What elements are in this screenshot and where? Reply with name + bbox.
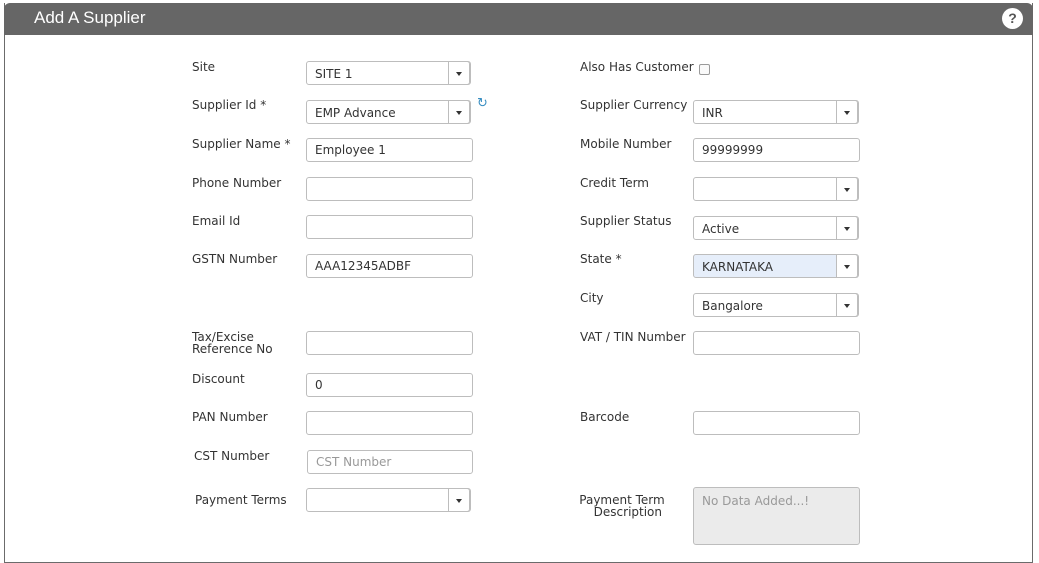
state-select[interactable]: KARNATAKA bbox=[693, 254, 859, 278]
chevron-down-icon[interactable] bbox=[448, 61, 470, 85]
also-has-customer-checkbox[interactable] bbox=[699, 64, 710, 75]
mobile-number-label: Mobile Number bbox=[580, 137, 672, 151]
supplier-status-select[interactable]: Active bbox=[693, 216, 859, 240]
discount-label: Discount bbox=[192, 372, 245, 386]
payment-terms-label: Payment Terms bbox=[195, 493, 287, 507]
payment-term-description-textarea[interactable]: No Data Added...! bbox=[693, 487, 860, 545]
discount-input[interactable]: 0 bbox=[306, 373, 473, 397]
cst-number-label: CST Number bbox=[194, 449, 270, 463]
phone-number-input[interactable] bbox=[306, 177, 473, 201]
supplier-status-value: Active bbox=[702, 222, 740, 236]
city-label: City bbox=[580, 291, 604, 305]
city-value: Bangalore bbox=[702, 299, 763, 313]
supplier-currency-value: INR bbox=[702, 106, 723, 120]
panel-header: Add A Supplier ? bbox=[4, 3, 1033, 35]
state-value: KARNATAKA bbox=[702, 260, 773, 274]
barcode-label: Barcode bbox=[580, 410, 630, 424]
chevron-down-icon[interactable] bbox=[836, 293, 858, 317]
barcode-input[interactable] bbox=[693, 411, 860, 435]
supplier-id-select[interactable]: EMP Advance bbox=[306, 100, 471, 124]
chevron-down-icon[interactable] bbox=[836, 177, 858, 201]
chevron-down-icon[interactable] bbox=[836, 100, 858, 124]
form-panel bbox=[4, 3, 1033, 563]
site-label: Site bbox=[192, 60, 216, 74]
credit-term-label: Credit Term bbox=[580, 176, 649, 190]
city-select[interactable]: Bangalore bbox=[693, 293, 859, 317]
also-has-customer-label: Also Has Customer bbox=[580, 60, 694, 74]
pan-number-input[interactable] bbox=[306, 411, 473, 435]
phone-number-label: Phone Number bbox=[192, 176, 282, 190]
supplier-name-input[interactable]: Employee 1 bbox=[306, 138, 473, 162]
payment-term-desc-label-line2: Description bbox=[593, 505, 662, 519]
chevron-down-icon[interactable] bbox=[836, 254, 858, 278]
supplier-currency-select[interactable]: INR bbox=[693, 100, 859, 124]
payment-terms-select[interactable] bbox=[306, 488, 471, 512]
supplier-id-label: Supplier Id * bbox=[192, 98, 267, 112]
state-label: State * bbox=[580, 252, 622, 266]
site-value: SITE 1 bbox=[315, 67, 353, 81]
vat-tin-label: VAT / TIN Number bbox=[580, 330, 686, 344]
cst-number-input[interactable]: CST Number bbox=[307, 450, 473, 474]
chevron-down-icon[interactable] bbox=[448, 488, 470, 512]
help-icon[interactable]: ? bbox=[1002, 8, 1023, 29]
email-id-label: Email Id bbox=[192, 214, 241, 228]
supplier-currency-label: Supplier Currency bbox=[580, 98, 688, 112]
gstn-number-input[interactable]: AAA12345ADBF bbox=[306, 254, 473, 278]
tax-ref-label-line2: Reference No bbox=[192, 342, 273, 356]
supplier-name-label: Supplier Name * bbox=[192, 137, 291, 151]
pan-number-label: PAN Number bbox=[192, 410, 268, 424]
supplier-id-value: EMP Advance bbox=[315, 106, 396, 120]
site-select[interactable]: SITE 1 bbox=[306, 61, 471, 85]
mobile-number-input[interactable]: 99999999 bbox=[693, 138, 860, 162]
chevron-down-icon[interactable] bbox=[448, 100, 470, 124]
refresh-icon[interactable]: ↻ bbox=[477, 96, 488, 111]
page-title: Add A Supplier bbox=[34, 8, 146, 27]
chevron-down-icon[interactable] bbox=[836, 216, 858, 240]
tax-ref-input[interactable] bbox=[306, 331, 473, 355]
gstn-number-label: GSTN Number bbox=[192, 252, 278, 266]
credit-term-select[interactable] bbox=[693, 177, 859, 201]
email-id-input[interactable] bbox=[306, 215, 473, 239]
vat-tin-input[interactable] bbox=[693, 331, 860, 355]
supplier-status-label: Supplier Status bbox=[580, 214, 672, 228]
